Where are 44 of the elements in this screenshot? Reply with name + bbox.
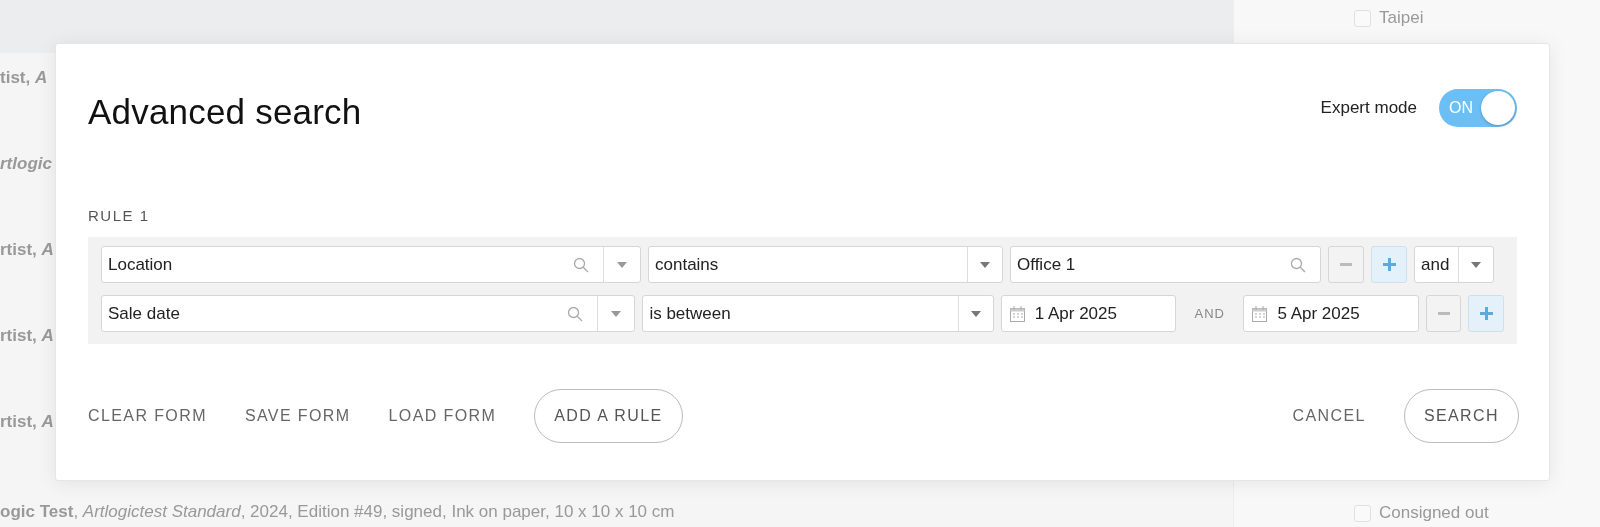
filter-label: Consigned out bbox=[1379, 503, 1489, 523]
caret-icon bbox=[980, 261, 990, 268]
value-field[interactable]: Office 1 bbox=[1010, 246, 1321, 283]
operator-select[interactable]: contains bbox=[648, 246, 1003, 283]
artwork-caption: rtist, A bbox=[0, 326, 55, 347]
artwork-caption: rtist, A bbox=[0, 412, 55, 433]
field-select[interactable]: Location bbox=[101, 246, 641, 283]
range-joiner: AND bbox=[1193, 306, 1226, 321]
artwork-caption: rtlogic bbox=[0, 154, 53, 175]
caret-icon bbox=[610, 309, 623, 318]
date-field[interactable]: 5 Apr 2025 bbox=[1243, 295, 1419, 332]
search-icon bbox=[1290, 256, 1306, 273]
caret-icon bbox=[616, 260, 628, 269]
minus-icon bbox=[1340, 263, 1352, 266]
cancel-button[interactable]: CANCEL bbox=[1292, 389, 1366, 443]
expert-mode-label: Expert mode bbox=[1320, 98, 1417, 118]
calendar-icon bbox=[1252, 305, 1268, 322]
caret-icon bbox=[1471, 261, 1481, 268]
add-button[interactable] bbox=[1371, 246, 1407, 283]
operator-select[interactable]: is between bbox=[642, 295, 994, 332]
plus-icon bbox=[1479, 307, 1493, 320]
calendar-icon bbox=[1009, 305, 1025, 322]
remove-button[interactable] bbox=[1328, 246, 1364, 283]
search-icon bbox=[573, 256, 589, 273]
form-action-button[interactable]: CLEAR FORM bbox=[88, 389, 207, 443]
search-icon bbox=[567, 305, 584, 322]
artwork-caption: rtist, A bbox=[0, 240, 55, 261]
plus-icon bbox=[1382, 258, 1396, 271]
form-action-button[interactable]: LOAD FORM bbox=[388, 389, 497, 443]
date-field[interactable]: 1 Apr 2025 bbox=[1000, 295, 1176, 332]
artwork-caption: ogic Test, Artlogictest Standard, 2024, Edition #49, signed, Ink on paper, 10 x 10 x 10 cm bbox=[0, 502, 675, 522]
form-action-button[interactable]: SAVE FORM bbox=[244, 389, 351, 443]
artwork-caption: tist, A bbox=[0, 68, 49, 89]
filter-label: Taipei bbox=[1379, 8, 1424, 28]
dialog-title: Advanced search bbox=[88, 92, 362, 132]
conjunction-select[interactable]: and bbox=[1414, 246, 1494, 283]
add-button[interactable] bbox=[1468, 295, 1504, 332]
remove-button[interactable] bbox=[1425, 295, 1462, 332]
field-select[interactable]: Sale date bbox=[101, 295, 636, 332]
minus-icon bbox=[1437, 312, 1450, 315]
checkbox[interactable] bbox=[1354, 504, 1371, 522]
rule-label: RULE 1 bbox=[88, 207, 151, 224]
checkbox[interactable] bbox=[1354, 9, 1371, 27]
caret-icon bbox=[970, 310, 981, 317]
